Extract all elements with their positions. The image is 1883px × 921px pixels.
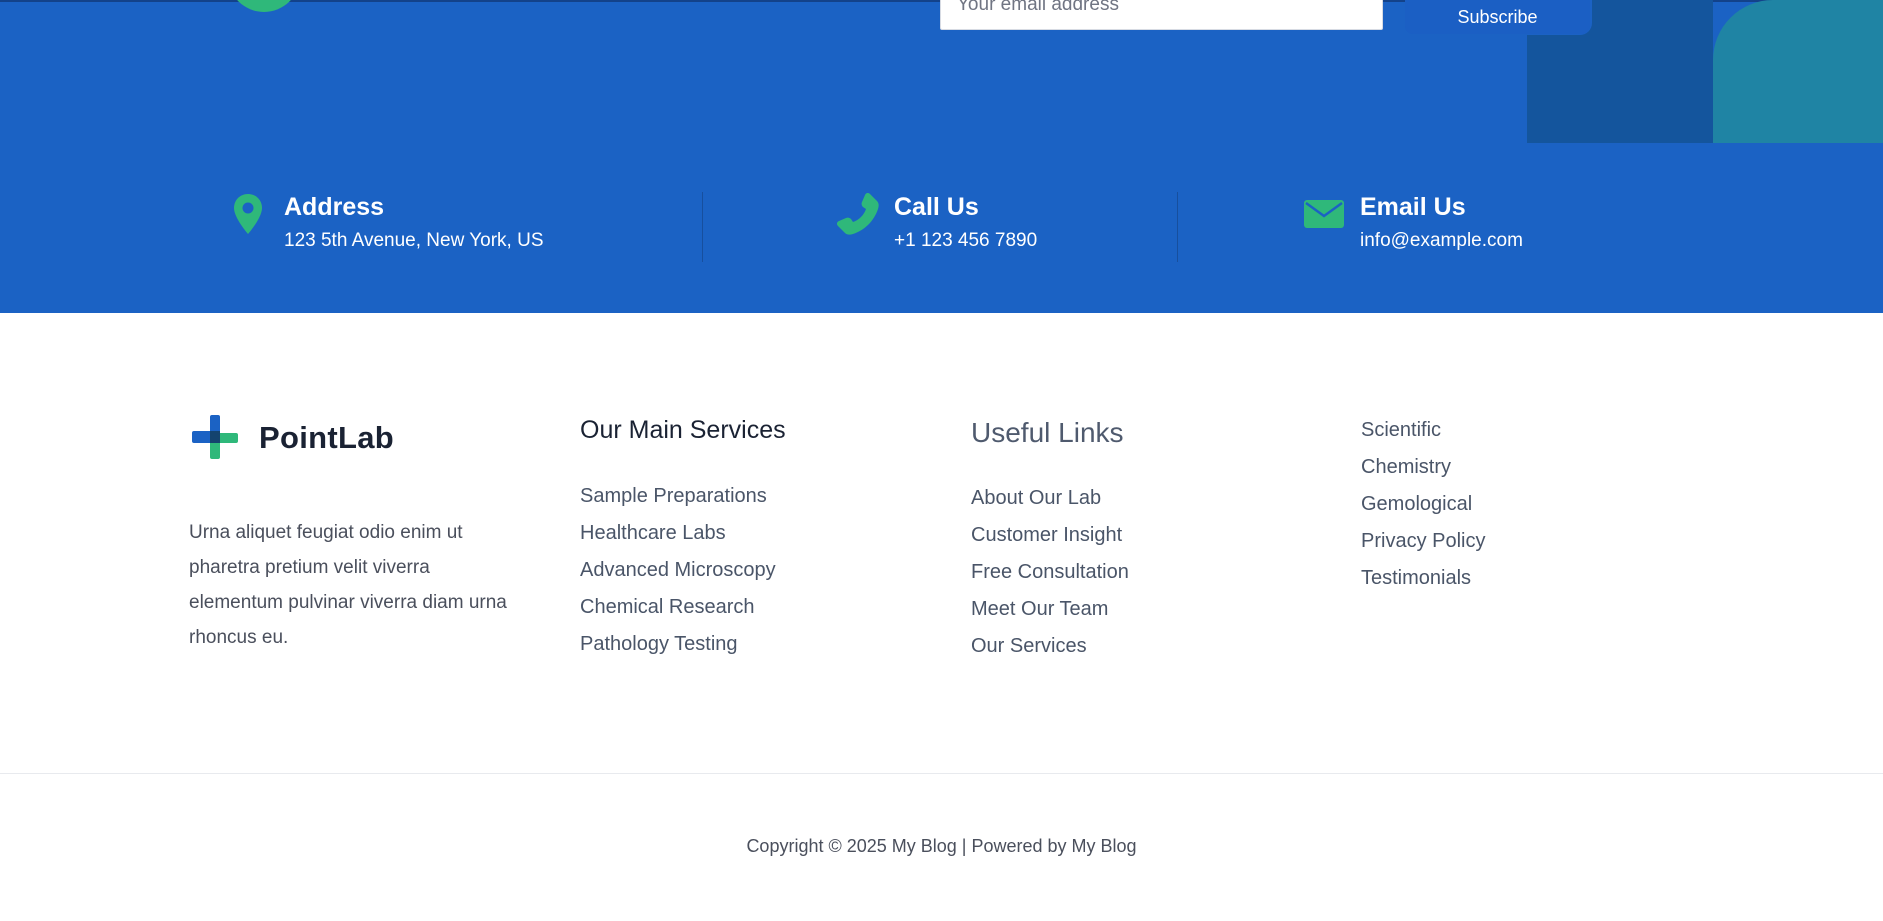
brand-name: PointLab — [259, 420, 394, 455]
contact-title: Call Us — [894, 193, 979, 221]
newsletter-email-input[interactable] — [940, 0, 1383, 30]
contact-phone: Call Us +1 123 456 7890 — [836, 190, 1037, 254]
useful-link[interactable]: Customer Insight — [971, 517, 1129, 554]
cutoff-text — [315, 0, 765, 4]
contact-address: Address 123 5th Avenue, New York, US — [226, 190, 544, 254]
plus-logo-icon — [192, 415, 238, 459]
services-link[interactable]: Advanced Microscopy — [580, 552, 776, 589]
contact-band: Subscribe Address 123 5th Avenue, New Yo… — [0, 0, 1883, 313]
services-link[interactable]: Pathology Testing — [580, 626, 776, 663]
contact-email: Email Us info@example.com — [1302, 190, 1523, 254]
services-link[interactable]: Sample Preparations — [580, 478, 776, 515]
extra-link[interactable]: Chemistry — [1361, 449, 1485, 486]
extra-link[interactable]: Scientific — [1361, 412, 1485, 449]
phone-icon — [836, 192, 880, 236]
extra-links-list: Scientific Chemistry Gemological Privacy… — [1361, 412, 1485, 597]
extra-link[interactable]: Testimonials — [1361, 560, 1485, 597]
useful-link[interactable]: Our Services — [971, 628, 1129, 665]
brand-logo[interactable]: PointLab — [189, 412, 394, 464]
useful-link[interactable]: About Our Lab — [971, 480, 1129, 517]
footer-divider — [0, 773, 1883, 774]
brand-description: Urna aliquet feugiat odio enim ut pharet… — [189, 522, 507, 648]
decorative-shape-teal — [1713, 0, 1883, 143]
map-pin-icon — [226, 192, 270, 236]
contact-value: 123 5th Avenue, New York, US — [284, 230, 544, 251]
services-link[interactable]: Chemical Research — [580, 589, 776, 626]
envelope-icon — [1302, 192, 1346, 236]
services-title: Our Main Services — [580, 416, 786, 444]
useful-link[interactable]: Meet Our Team — [971, 591, 1129, 628]
contact-title: Email Us — [1360, 193, 1466, 221]
contact-divider — [702, 192, 703, 262]
services-list: Sample Preparations Healthcare Labs Adva… — [580, 478, 776, 663]
contact-title: Address — [284, 193, 385, 221]
copyright-text: Copyright © 2025 My Blog | Powered by My… — [746, 836, 1137, 856]
useful-link[interactable]: Free Consultation — [971, 554, 1129, 591]
useful-links-title: Useful Links — [971, 417, 1124, 448]
useful-links-list: About Our Lab Customer Insight Free Cons… — [971, 480, 1129, 665]
contact-value: info@example.com — [1360, 230, 1523, 251]
extra-link[interactable]: Privacy Policy — [1361, 523, 1485, 560]
contact-divider — [1177, 192, 1178, 262]
contact-value: +1 123 456 7890 — [894, 230, 1038, 251]
services-link[interactable]: Healthcare Labs — [580, 515, 776, 552]
subscribe-button[interactable]: Subscribe — [1405, 0, 1590, 34]
extra-link[interactable]: Gemological — [1361, 486, 1485, 523]
